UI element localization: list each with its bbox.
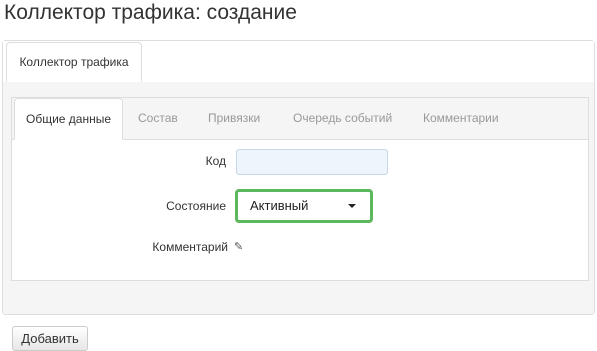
tab-general[interactable]: Общие данные <box>14 98 123 140</box>
tab-comments[interactable]: Комментарии <box>423 98 499 139</box>
tab-traffic-collector[interactable]: Коллектор трафика <box>6 42 142 82</box>
status-select[interactable]: Активный <box>235 189 373 223</box>
page-title: Коллектор трафика: создание <box>4 1 297 24</box>
code-label: Код <box>205 154 226 168</box>
comment-label: Комментарий <box>152 240 228 254</box>
main-panel: Коллектор трафика Общие данные Состав Пр… <box>2 40 595 351</box>
add-button[interactable]: Добавить <box>12 326 88 351</box>
pencil-icon[interactable]: ✎ <box>234 240 243 253</box>
tab-composition[interactable]: Состав <box>138 98 178 139</box>
inner-tab-bar: Общие данные Состав Привязки Очередь соб… <box>12 98 588 140</box>
status-label: Состояние <box>166 199 226 213</box>
status-selected-value: Активный <box>250 198 309 213</box>
code-input[interactable] <box>236 149 388 175</box>
caret-down-icon <box>348 204 356 208</box>
tab-bindings[interactable]: Привязки <box>208 98 260 139</box>
outer-tab-bar: Коллектор трафика <box>3 41 594 83</box>
tab-event-queue[interactable]: Очередь событий <box>293 98 392 139</box>
